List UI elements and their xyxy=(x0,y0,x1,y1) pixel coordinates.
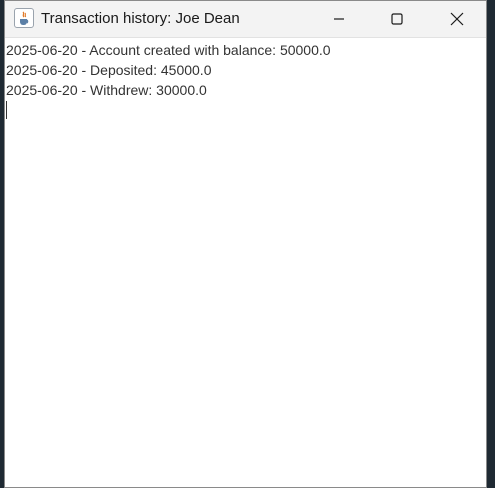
maximize-button[interactable] xyxy=(368,1,426,37)
window-title: Transaction history: Joe Dean xyxy=(41,10,240,27)
content-pane: 2025-06-20 - Account created with balanc… xyxy=(5,37,486,487)
close-button[interactable] xyxy=(428,1,486,37)
history-line: 2025-06-20 - Account created with balanc… xyxy=(6,42,331,58)
java-cup-icon[interactable] xyxy=(14,8,34,28)
title-bar[interactable]: Transaction history: Joe Dean xyxy=(5,1,486,37)
close-icon xyxy=(450,12,464,26)
text-caret xyxy=(6,101,7,119)
transaction-history-window: Transaction history: Joe Dean 2025-06-20… xyxy=(4,0,487,488)
minimize-icon xyxy=(334,18,344,20)
transaction-history-text-area[interactable]: 2025-06-20 - Account created with balanc… xyxy=(6,40,484,485)
history-line: 2025-06-20 - Deposited: 45000.0 xyxy=(6,62,212,78)
maximize-icon xyxy=(391,13,403,25)
minimize-button[interactable] xyxy=(310,1,368,37)
history-line: 2025-06-20 - Withdrew: 30000.0 xyxy=(6,82,207,98)
